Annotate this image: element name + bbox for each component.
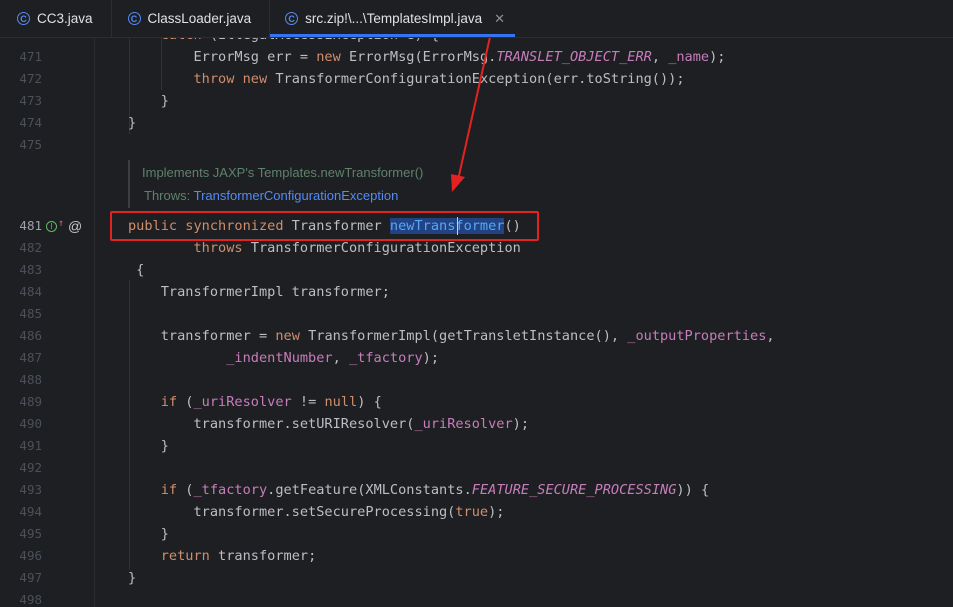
editor-tab-bar: C CC3.java C ClassLoader.java C src.zip!… [0, 0, 953, 38]
tab-label: ClassLoader.java [147, 11, 252, 26]
class-icon: C [17, 12, 30, 25]
close-tab-icon[interactable]: ✕ [494, 11, 505, 27]
class-icon: C [127, 12, 141, 25]
tab-cc3[interactable]: C CC3.java [0, 0, 111, 37]
annotation-arrow [451, 38, 491, 192]
tab-label: src.zip!\...\TemplatesImpl.java [305, 11, 483, 26]
class-icon: C [285, 12, 299, 25]
code-editor[interactable]: catch (IllegalAccessException e) { 471 E… [0, 38, 953, 607]
tab-label: CC3.java [37, 11, 93, 26]
tab-templatesimpl[interactable]: C src.zip!\...\TemplatesImpl.java ✕ [270, 0, 516, 37]
tab-classloader[interactable]: C ClassLoader.java [112, 0, 270, 37]
